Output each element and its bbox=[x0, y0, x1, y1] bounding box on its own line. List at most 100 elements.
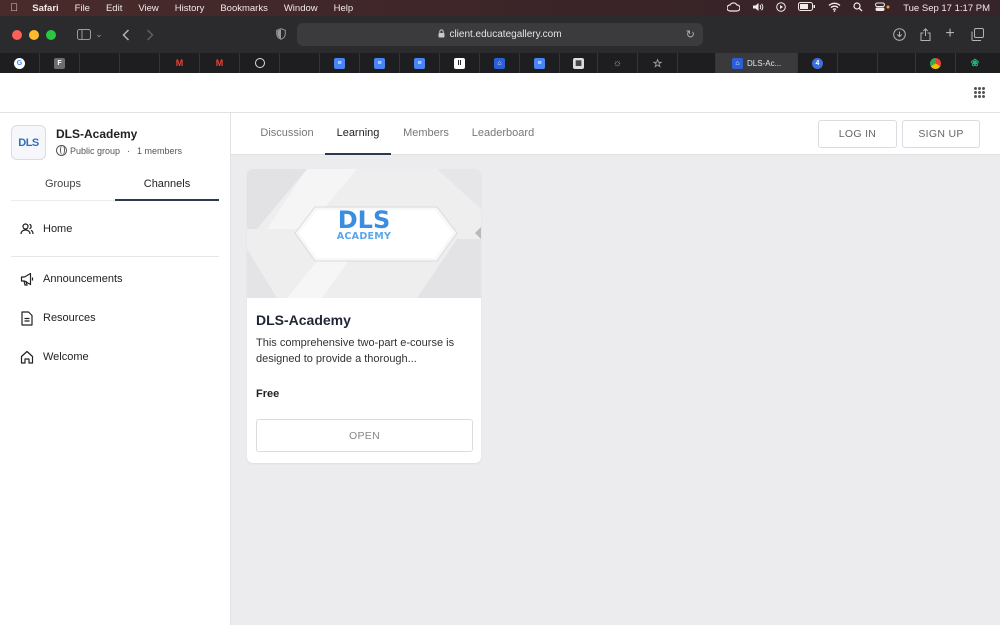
tab-empty-6[interactable] bbox=[878, 53, 916, 73]
sidebar-item-home[interactable]: Home bbox=[11, 217, 219, 241]
course-description: This comprehensive two-part e-course is … bbox=[256, 337, 455, 365]
google-icon: G bbox=[14, 57, 25, 69]
tab-docs-4[interactable]: ≡ bbox=[520, 53, 560, 73]
tab-gmail-2[interactable]: M bbox=[200, 53, 240, 73]
privacy-shield-icon[interactable] bbox=[271, 24, 291, 44]
tab-chatgpt[interactable] bbox=[240, 53, 280, 73]
menu-help[interactable]: Help bbox=[334, 3, 354, 14]
tab-badge[interactable]: 4 bbox=[798, 53, 838, 73]
open-course-button[interactable]: OPEN bbox=[256, 419, 473, 452]
active-tab-label: DLS-Ac... bbox=[747, 58, 782, 68]
course-price: Free bbox=[256, 388, 280, 400]
group-name: DLS-Academy bbox=[56, 127, 138, 141]
menu-view[interactable]: View bbox=[138, 3, 158, 14]
battery-icon[interactable] bbox=[798, 2, 816, 14]
tab-qr[interactable]: ▦ bbox=[560, 53, 598, 73]
chatgpt-icon bbox=[254, 58, 265, 68]
share-icon[interactable] bbox=[915, 24, 935, 44]
sidebar-toggle-icon[interactable] bbox=[74, 25, 94, 45]
tab-learning[interactable]: Learning bbox=[325, 113, 391, 155]
tab-site-blue[interactable]: ⌂ bbox=[480, 53, 520, 73]
course-card[interactable]: DLS ACADEMY DLS-Academy This comprehensi… bbox=[247, 169, 481, 463]
tab-empty-4[interactable] bbox=[678, 53, 716, 73]
megaphone-icon bbox=[19, 271, 35, 287]
new-tab-icon[interactable]: + bbox=[940, 24, 960, 44]
google-docs-icon: ≡ bbox=[534, 57, 545, 69]
apps-grid-icon[interactable] bbox=[974, 87, 985, 98]
reload-icon[interactable]: ↻ bbox=[686, 28, 695, 41]
tab-docs-2[interactable]: ≡ bbox=[360, 53, 400, 73]
course-logo-top: DLS bbox=[337, 206, 391, 234]
tab-bookmark-star[interactable]: ☆ bbox=[638, 53, 678, 73]
tab-overview-icon[interactable] bbox=[967, 24, 987, 44]
back-icon[interactable] bbox=[116, 25, 136, 45]
control-center-icon[interactable] bbox=[875, 2, 891, 15]
tab-leaderboard[interactable]: Leaderboard bbox=[471, 113, 535, 155]
menu-file[interactable]: File bbox=[75, 3, 90, 14]
wifi-icon[interactable] bbox=[828, 2, 841, 15]
tab-members[interactable]: Members bbox=[401, 113, 451, 155]
document-icon bbox=[19, 310, 35, 326]
login-button[interactable]: LOG IN bbox=[818, 120, 897, 148]
chevron-down-icon[interactable]: ⌄ bbox=[94, 25, 104, 45]
macos-menubar:  Safari File Edit View History Bookmark… bbox=[0, 0, 1000, 16]
tab-empty-5[interactable] bbox=[838, 53, 878, 73]
group-meta: Public group · 1 members bbox=[56, 145, 182, 156]
tab-docs-3[interactable]: ≡ bbox=[400, 53, 440, 73]
tab-gmail-1[interactable]: M bbox=[160, 53, 200, 73]
pause-icon: II bbox=[454, 57, 465, 69]
tab-pause[interactable]: II bbox=[440, 53, 480, 73]
tab-google[interactable]: G bbox=[0, 53, 40, 73]
tab-dls-academy-active[interactable]: ⌂ DLS-Ac... bbox=[716, 53, 798, 73]
minimize-window-button[interactable] bbox=[29, 29, 39, 40]
menu-edit[interactable]: Edit bbox=[106, 3, 122, 14]
tab-channels[interactable]: Channels bbox=[115, 168, 219, 201]
group-logo: DLS bbox=[11, 125, 46, 160]
tab-groups[interactable]: Groups bbox=[11, 168, 115, 200]
apple-menu-icon[interactable]:  bbox=[10, 2, 18, 14]
menubar-datetime[interactable]: Tue Sep 17 1:17 PM bbox=[903, 3, 990, 14]
downloads-icon[interactable] bbox=[889, 24, 909, 44]
tab-compass[interactable]: ☼ bbox=[598, 53, 638, 73]
chrome-icon bbox=[930, 57, 941, 69]
site-blue-icon: ⌂ bbox=[732, 57, 743, 69]
volume-icon[interactable] bbox=[752, 2, 764, 15]
menu-bookmarks[interactable]: Bookmarks bbox=[220, 3, 268, 14]
zoom-window-button[interactable] bbox=[46, 29, 56, 40]
creative-cloud-icon[interactable] bbox=[726, 1, 741, 15]
url-text: client.educategallery.com bbox=[449, 29, 562, 40]
signup-button[interactable]: SIGN UP bbox=[902, 120, 980, 148]
close-window-button[interactable] bbox=[12, 29, 22, 40]
gmail-icon: M bbox=[215, 58, 224, 68]
sidebar-item-label: Announcements bbox=[43, 273, 123, 285]
sidebar-item-announcements[interactable]: Announcements bbox=[11, 267, 219, 291]
forward-icon[interactable] bbox=[140, 25, 160, 45]
sidebar-item-label: Home bbox=[43, 223, 73, 235]
menu-window[interactable]: Window bbox=[284, 3, 318, 14]
tab-chrome[interactable] bbox=[916, 53, 956, 73]
group-visibility: Public group bbox=[70, 145, 121, 156]
tab-leaf[interactable]: ❀ bbox=[956, 53, 994, 73]
sidebar-item-resources[interactable]: Resources bbox=[11, 306, 219, 330]
group-sidebar: DLS DLS-Academy Public group · 1 members… bbox=[0, 113, 231, 625]
address-bar[interactable]: client.educategallery.com ↻ bbox=[297, 23, 703, 46]
tab-empty-3[interactable] bbox=[280, 53, 320, 73]
course-title[interactable]: DLS-Academy bbox=[256, 312, 351, 328]
google-docs-icon: ≡ bbox=[414, 57, 425, 69]
tab-empty-2[interactable] bbox=[120, 53, 160, 73]
star-icon: ☆ bbox=[652, 57, 663, 70]
play-icon[interactable] bbox=[776, 1, 787, 15]
course-logo-bottom: ACADEMY bbox=[336, 231, 392, 242]
globe-icon bbox=[56, 145, 67, 156]
tab-discussion[interactable]: Discussion bbox=[259, 113, 315, 155]
tab-empty-1[interactable] bbox=[80, 53, 120, 73]
tab-docs-1[interactable]: ≡ bbox=[320, 53, 360, 73]
users-icon bbox=[19, 221, 35, 237]
spotlight-search-icon[interactable] bbox=[853, 1, 863, 15]
google-docs-icon: ≡ bbox=[334, 57, 345, 69]
menu-app-name[interactable]: Safari bbox=[32, 3, 58, 14]
tab-f[interactable]: F bbox=[40, 53, 80, 73]
menu-history[interactable]: History bbox=[175, 3, 205, 14]
house-icon bbox=[19, 349, 35, 365]
sidebar-item-welcome[interactable]: Welcome bbox=[11, 345, 219, 369]
